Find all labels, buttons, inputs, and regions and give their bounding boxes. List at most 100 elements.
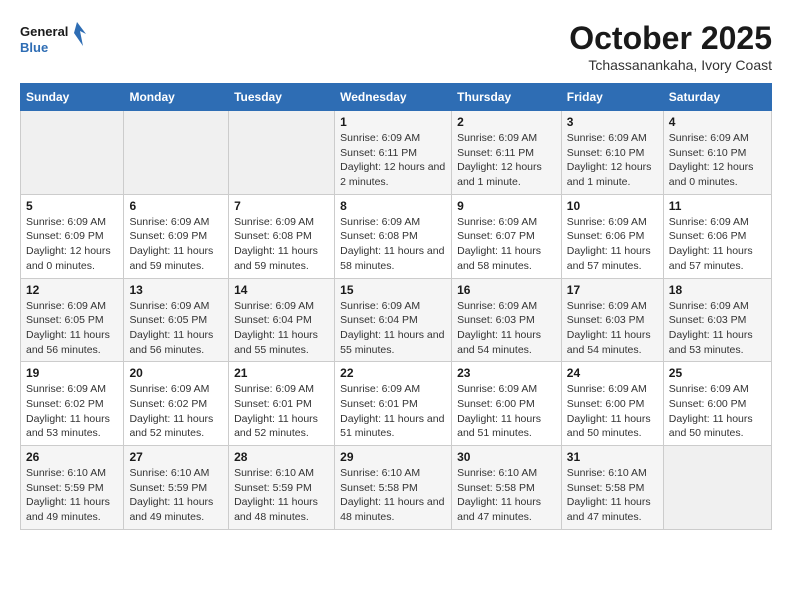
- day-info: Sunrise: 6:09 AMSunset: 6:10 PMDaylight:…: [567, 131, 658, 190]
- day-number: 30: [457, 450, 556, 464]
- col-header-monday: Monday: [124, 84, 229, 111]
- col-header-sunday: Sunday: [21, 84, 124, 111]
- day-info: Sunrise: 6:09 AMSunset: 6:01 PMDaylight:…: [340, 382, 446, 441]
- col-header-tuesday: Tuesday: [229, 84, 335, 111]
- svg-text:General: General: [20, 24, 68, 39]
- day-cell: 20Sunrise: 6:09 AMSunset: 6:02 PMDayligh…: [124, 362, 229, 446]
- day-number: 9: [457, 199, 556, 213]
- day-info: Sunrise: 6:10 AMSunset: 5:58 PMDaylight:…: [567, 466, 658, 525]
- day-cell: 8 Sunrise: 6:09 AMSunset: 6:08 PMDaylight…: [335, 194, 452, 278]
- day-cell: [663, 446, 771, 530]
- logo-svg: General Blue: [20, 20, 90, 60]
- day-cell: [124, 111, 229, 195]
- day-cell: 18 Sunrise: 6:09 AMSunset: 6:03 PMDayligh…: [663, 278, 771, 362]
- week-row-5: 26 Sunrise: 6:10 AMSunset: 5:59 PMDayligh…: [21, 446, 772, 530]
- day-number: 20: [129, 366, 223, 380]
- day-info: Sunrise: 6:09 AMSunset: 6:06 PMDaylight:…: [669, 215, 766, 274]
- day-number: 7: [234, 199, 329, 213]
- day-number: 16: [457, 283, 556, 297]
- day-info: Sunrise: 6:09 AMSunset: 6:03 PMDaylight:…: [457, 299, 556, 358]
- day-info: Sunrise: 6:09 AMSunset: 6:06 PMDaylight:…: [567, 215, 658, 274]
- day-cell: 15 Sunrise: 6:09 AMSunset: 6:04 PMDayligh…: [335, 278, 452, 362]
- day-cell: 10 Sunrise: 6:09 AMSunset: 6:06 PMDayligh…: [561, 194, 663, 278]
- day-cell: 19Sunrise: 6:09 AMSunset: 6:02 PMDayligh…: [21, 362, 124, 446]
- day-info: Sunrise: 6:09 AMSunset: 6:04 PMDaylight:…: [340, 299, 446, 358]
- header-row: SundayMondayTuesdayWednesdayThursdayFrid…: [21, 84, 772, 111]
- day-info: Sunrise: 6:09 AMSunset: 6:04 PMDaylight:…: [234, 299, 329, 358]
- day-cell: 6Sunrise: 6:09 AMSunset: 6:09 PMDaylight…: [124, 194, 229, 278]
- day-number: 21: [234, 366, 329, 380]
- day-number: 19: [26, 366, 118, 380]
- day-info: Sunrise: 6:09 AMSunset: 6:07 PMDaylight:…: [457, 215, 556, 274]
- week-row-1: 1 Sunrise: 6:09 AMSunset: 6:11 PMDaylight…: [21, 111, 772, 195]
- week-row-3: 12Sunrise: 6:09 AMSunset: 6:05 PMDayligh…: [21, 278, 772, 362]
- day-number: 18: [669, 283, 766, 297]
- day-number: 10: [567, 199, 658, 213]
- day-cell: 17 Sunrise: 6:09 AMSunset: 6:03 PMDayligh…: [561, 278, 663, 362]
- day-number: 26: [26, 450, 118, 464]
- week-row-4: 19Sunrise: 6:09 AMSunset: 6:02 PMDayligh…: [21, 362, 772, 446]
- day-info: Sunrise: 6:09 AMSunset: 6:01 PMDaylight:…: [234, 382, 329, 441]
- week-row-2: 5 Sunrise: 6:09 AMSunset: 6:09 PMDaylight…: [21, 194, 772, 278]
- day-info: Sunrise: 6:09 AMSunset: 6:11 PMDaylight:…: [457, 131, 556, 190]
- day-info: Sunrise: 6:09 AMSunset: 6:10 PMDaylight:…: [669, 131, 766, 190]
- day-number: 14: [234, 283, 329, 297]
- day-cell: 4 Sunrise: 6:09 AMSunset: 6:10 PMDaylight…: [663, 111, 771, 195]
- day-cell: 3 Sunrise: 6:09 AMSunset: 6:10 PMDaylight…: [561, 111, 663, 195]
- day-cell: 13 Sunrise: 6:09 AMSunset: 6:05 PMDayligh…: [124, 278, 229, 362]
- day-number: 8: [340, 199, 446, 213]
- day-number: 3: [567, 115, 658, 129]
- day-info: Sunrise: 6:10 AMSunset: 5:59 PMDaylight:…: [26, 466, 118, 525]
- calendar-table: SundayMondayTuesdayWednesdayThursdayFrid…: [20, 83, 772, 530]
- day-info: Sunrise: 6:10 AMSunset: 5:59 PMDaylight:…: [129, 466, 223, 525]
- day-cell: 31Sunrise: 6:10 AMSunset: 5:58 PMDayligh…: [561, 446, 663, 530]
- day-info: Sunrise: 6:09 AMSunset: 6:05 PMDaylight:…: [26, 299, 118, 358]
- day-info: Sunrise: 6:09 AMSunset: 6:09 PMDaylight:…: [26, 215, 118, 274]
- day-number: 11: [669, 199, 766, 213]
- location-subtitle: Tchassanankaha, Ivory Coast: [569, 57, 772, 73]
- col-header-saturday: Saturday: [663, 84, 771, 111]
- day-info: Sunrise: 6:09 AMSunset: 6:00 PMDaylight:…: [457, 382, 556, 441]
- day-cell: 27 Sunrise: 6:10 AMSunset: 5:59 PMDayligh…: [124, 446, 229, 530]
- day-cell: 24Sunrise: 6:09 AMSunset: 6:00 PMDayligh…: [561, 362, 663, 446]
- day-cell: 29Sunrise: 6:10 AMSunset: 5:58 PMDayligh…: [335, 446, 452, 530]
- day-number: 17: [567, 283, 658, 297]
- col-header-thursday: Thursday: [452, 84, 562, 111]
- day-number: 22: [340, 366, 446, 380]
- day-number: 13: [129, 283, 223, 297]
- day-cell: 9 Sunrise: 6:09 AMSunset: 6:07 PMDaylight…: [452, 194, 562, 278]
- day-cell: 28 Sunrise: 6:10 AMSunset: 5:59 PMDayligh…: [229, 446, 335, 530]
- day-number: 25: [669, 366, 766, 380]
- day-cell: 14 Sunrise: 6:09 AMSunset: 6:04 PMDayligh…: [229, 278, 335, 362]
- day-number: 27: [129, 450, 223, 464]
- day-number: 1: [340, 115, 446, 129]
- day-number: 4: [669, 115, 766, 129]
- day-info: Sunrise: 6:09 AMSunset: 6:08 PMDaylight:…: [340, 215, 446, 274]
- month-title: October 2025: [569, 20, 772, 57]
- col-header-wednesday: Wednesday: [335, 84, 452, 111]
- day-cell: 23 Sunrise: 6:09 AMSunset: 6:00 PMDayligh…: [452, 362, 562, 446]
- day-info: Sunrise: 6:09 AMSunset: 6:03 PMDaylight:…: [567, 299, 658, 358]
- day-info: Sunrise: 6:09 AMSunset: 6:05 PMDaylight:…: [129, 299, 223, 358]
- day-info: Sunrise: 6:10 AMSunset: 5:59 PMDaylight:…: [234, 466, 329, 525]
- day-info: Sunrise: 6:09 AMSunset: 6:11 PMDaylight:…: [340, 131, 446, 190]
- day-number: 5: [26, 199, 118, 213]
- day-number: 15: [340, 283, 446, 297]
- day-info: Sunrise: 6:09 AMSunset: 6:03 PMDaylight:…: [669, 299, 766, 358]
- day-number: 23: [457, 366, 556, 380]
- day-cell: 16 Sunrise: 6:09 AMSunset: 6:03 PMDayligh…: [452, 278, 562, 362]
- day-number: 2: [457, 115, 556, 129]
- day-info: Sunrise: 6:09 AMSunset: 6:00 PMDaylight:…: [567, 382, 658, 441]
- day-info: Sunrise: 6:10 AMSunset: 5:58 PMDaylight:…: [340, 466, 446, 525]
- day-cell: [229, 111, 335, 195]
- day-cell: 7Sunrise: 6:09 AMSunset: 6:08 PMDaylight…: [229, 194, 335, 278]
- day-cell: 2 Sunrise: 6:09 AMSunset: 6:11 PMDaylight…: [452, 111, 562, 195]
- day-info: Sunrise: 6:09 AMSunset: 6:00 PMDaylight:…: [669, 382, 766, 441]
- col-header-friday: Friday: [561, 84, 663, 111]
- header: General Blue October 2025 Tchassanankaha…: [20, 20, 772, 73]
- title-area: October 2025 Tchassanankaha, Ivory Coast: [569, 20, 772, 73]
- day-cell: 21 Sunrise: 6:09 AMSunset: 6:01 PMDayligh…: [229, 362, 335, 446]
- svg-text:Blue: Blue: [20, 40, 48, 55]
- day-number: 28: [234, 450, 329, 464]
- day-cell: 25 Sunrise: 6:09 AMSunset: 6:00 PMDayligh…: [663, 362, 771, 446]
